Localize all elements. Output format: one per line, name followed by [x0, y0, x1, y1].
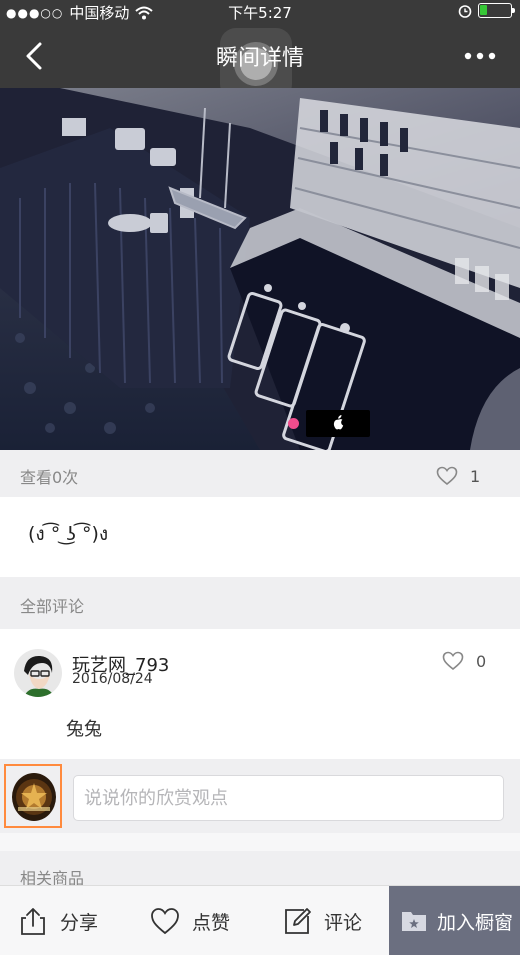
add-to-showcase-label: 加入橱窗: [437, 911, 514, 934]
comment-item: 玩艺网_793 2016/08/24 0 兔兔: [0, 629, 520, 759]
gallery-indicator-apple[interactable]: [306, 410, 370, 437]
post-like-count: 1: [470, 467, 481, 486]
comment-label: 评论: [324, 911, 363, 934]
comment-text: 兔兔: [66, 719, 102, 740]
comment-input[interactable]: [73, 775, 504, 821]
gallery-indicator-active[interactable]: [288, 418, 299, 429]
like-label: 点赞: [192, 911, 231, 934]
nav-bar: 瞬间详情: [0, 24, 520, 100]
folder-star-icon: [402, 912, 426, 931]
section-divider: [0, 833, 520, 851]
comment-input-row: [0, 759, 520, 833]
comment-like-count: 0: [476, 652, 487, 671]
post-content: (ง ͡° ͜ʖ ͡°)ง: [0, 497, 520, 577]
comments-header-label: 全部评论: [20, 597, 85, 616]
view-count: 查看0次: [20, 468, 79, 487]
apple-icon: [333, 415, 344, 430]
post-image[interactable]: [0, 88, 520, 450]
comment-heart-icon[interactable]: [442, 651, 464, 671]
commenter-avatar[interactable]: [14, 649, 62, 697]
comment-date: 2016/08/24: [72, 671, 153, 687]
comments-section-header: 全部评论: [0, 577, 520, 629]
heart-outline-icon: [151, 908, 179, 935]
heart-icon[interactable]: [436, 466, 458, 486]
share-icon: [21, 908, 45, 935]
share-label: 分享: [60, 911, 99, 934]
add-to-showcase-button[interactable]: 加入橱窗: [389, 886, 520, 955]
like-button[interactable]: 点赞: [150, 886, 230, 955]
comment-button[interactable]: 评论: [282, 886, 362, 955]
battery-icon: [478, 3, 515, 18]
post-text: (ง ͡° ͜ʖ ͡°)ง: [28, 523, 109, 545]
more-dots-icon[interactable]: [462, 44, 498, 68]
share-button[interactable]: 分享: [18, 886, 98, 955]
my-avatar[interactable]: [4, 764, 62, 828]
bottom-action-bar: 分享 点赞 评论 加入橱窗: [0, 885, 520, 955]
page-title: 瞬间详情: [215, 46, 304, 71]
alarm-icon: [458, 4, 472, 18]
post-photo: [0, 88, 520, 450]
edit-comment-icon: [285, 908, 311, 934]
status-time: 下午5:27: [228, 4, 292, 22]
status-bar: ●●●○○ 中国移动 下午5:27: [0, 0, 520, 24]
